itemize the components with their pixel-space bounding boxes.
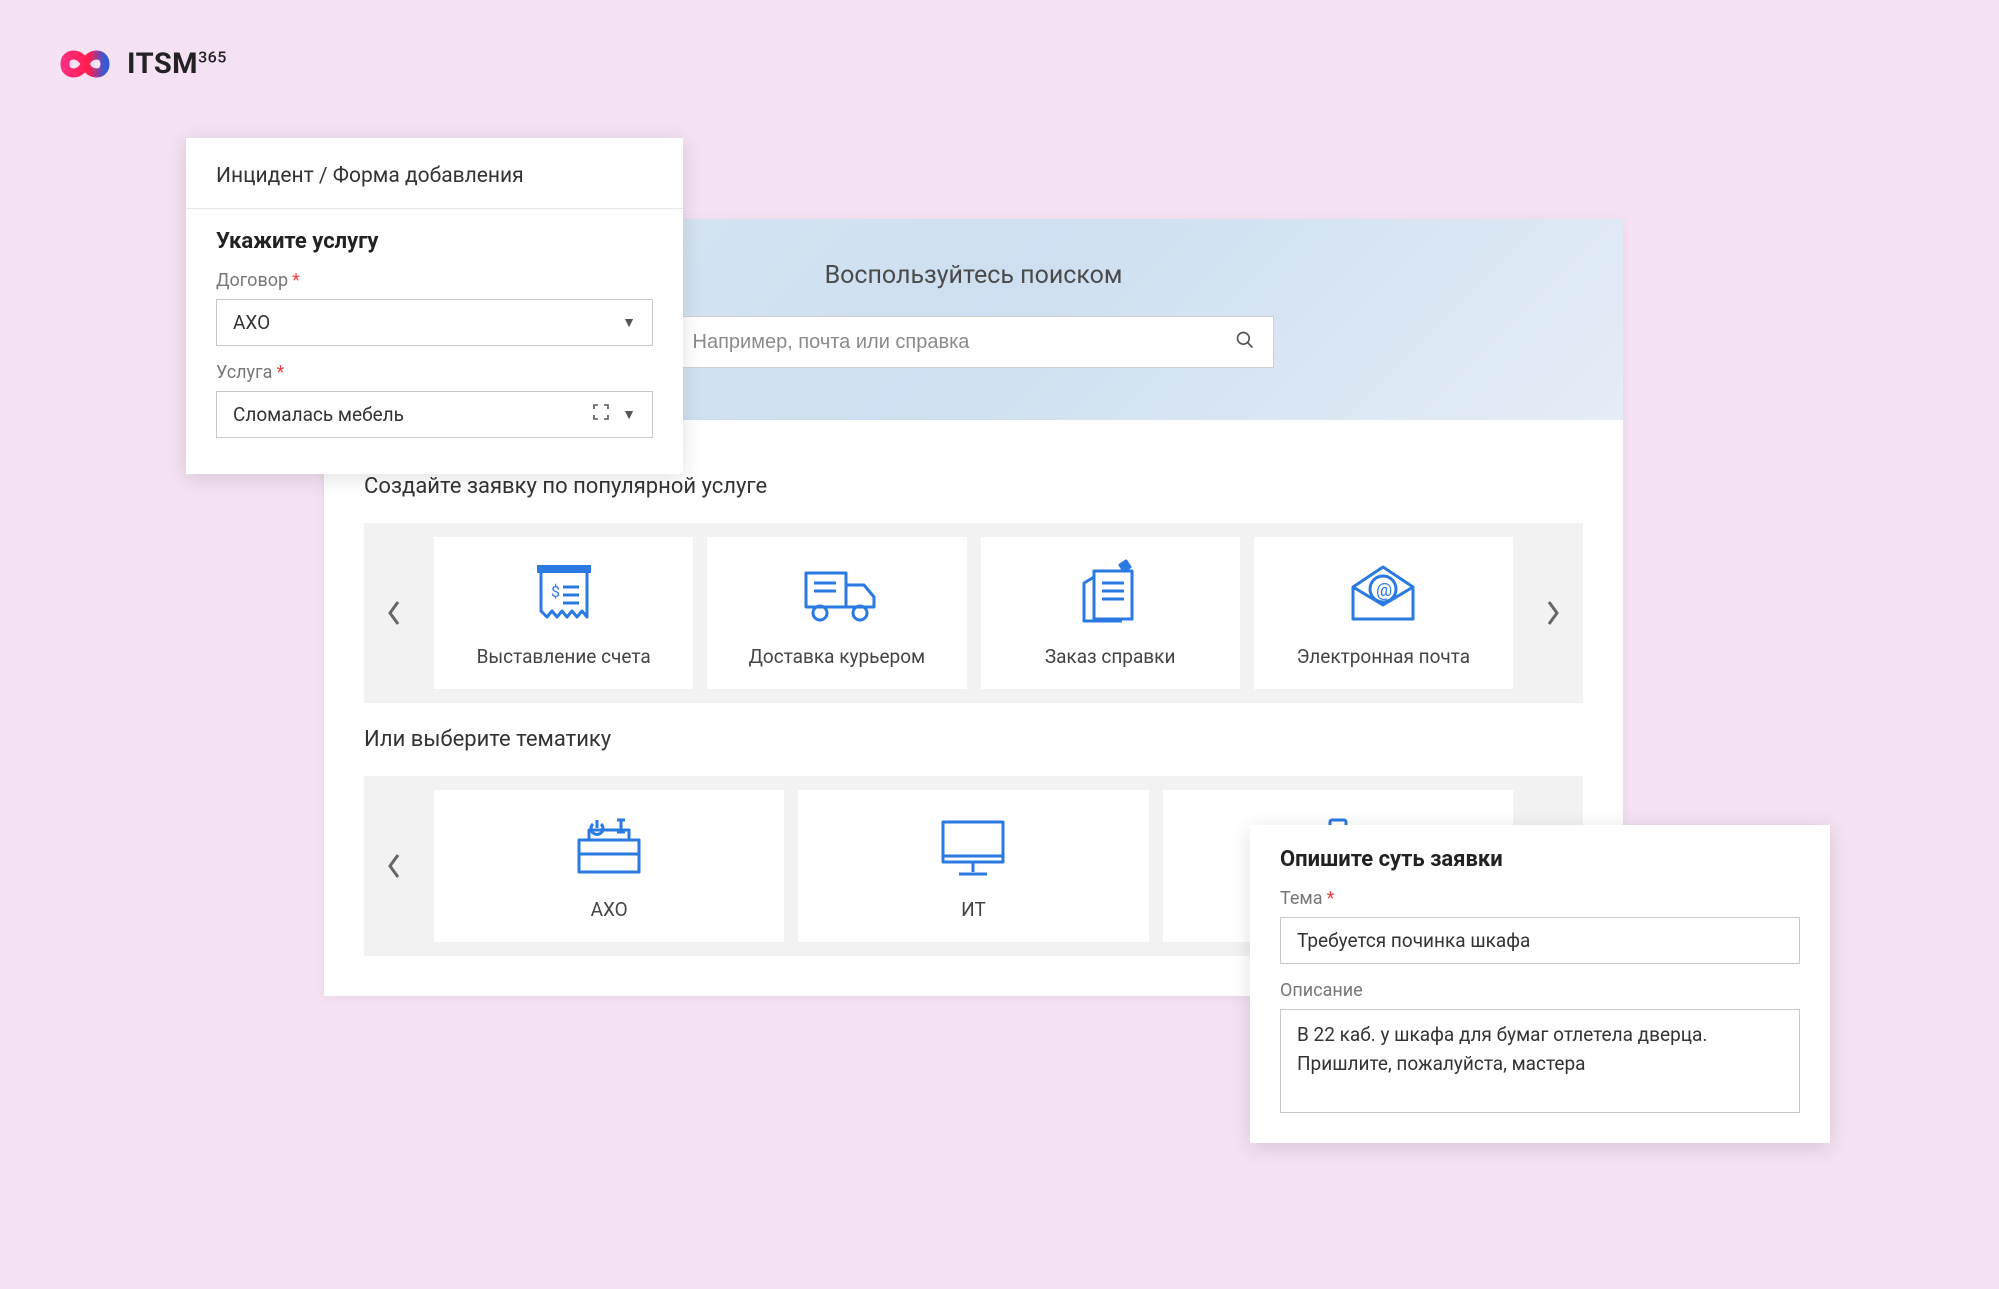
chevron-down-icon: ▼ [622, 406, 636, 423]
incident-header: Инцидент / Форма добавления [186, 138, 683, 209]
search-box[interactable] [674, 316, 1274, 368]
logo-mark-icon [55, 44, 117, 84]
email-icon: @ [1343, 559, 1423, 631]
tile-aho[interactable]: АХО [434, 790, 784, 942]
specify-service-title: Укажите услугу [216, 229, 653, 254]
tile-email[interactable]: @ Электронная почта [1254, 537, 1513, 689]
required-mark: * [292, 270, 300, 291]
tile-label: Заказ справки [1045, 645, 1176, 668]
tile-label: Доставка курьером [749, 645, 926, 668]
description-value: В 22 каб. у шкафа для бумаг отлетела две… [1297, 1021, 1783, 1078]
contract-label-text: Договор [216, 270, 288, 291]
search-icon[interactable] [1235, 330, 1255, 354]
search-input[interactable] [693, 331, 1235, 354]
tile-label: Электронная почта [1297, 645, 1470, 668]
contract-value: АХО [233, 311, 270, 334]
required-mark: * [1327, 888, 1335, 909]
expand-icon[interactable] [592, 403, 610, 426]
service-label-text: Услуга [216, 362, 272, 383]
brand-suffix: 365 [198, 47, 227, 66]
describe-form-card: Опишите суть заявки Тема* Требуется почи… [1250, 825, 1830, 1143]
service-label: Услуга* [216, 362, 653, 383]
incident-form-card: Инцидент / Форма добавления Укажите услу… [186, 138, 683, 474]
tile-label: АХО [591, 898, 628, 921]
contract-label: Договор* [216, 270, 653, 291]
popular-heading: Создайте заявку по популярной услуге [364, 474, 1583, 499]
required-mark: * [276, 362, 284, 383]
chevron-down-icon: ▼ [622, 314, 636, 331]
subject-input[interactable]: Требуется починка шкафа [1280, 917, 1800, 964]
brand-name: ITSM365 [127, 47, 227, 81]
carousel-next-button[interactable] [1523, 523, 1583, 703]
carousel-prev-button[interactable] [364, 776, 424, 956]
theme-heading: Или выберите тематику [364, 727, 1583, 752]
tile-certificate[interactable]: Заказ справки [981, 537, 1240, 689]
toolbox-icon [567, 812, 651, 884]
invoice-icon: $ [529, 559, 599, 631]
brand-logo: ITSM365 [55, 44, 227, 84]
tile-label: ИТ [961, 898, 986, 921]
monitor-icon [931, 812, 1015, 884]
tile-label: Выставление счета [477, 645, 651, 668]
tile-courier[interactable]: Доставка курьером [707, 537, 966, 689]
document-icon [1072, 559, 1148, 631]
description-textarea[interactable]: В 22 каб. у шкафа для бумаг отлетела две… [1280, 1009, 1800, 1113]
svg-text:$: $ [551, 582, 560, 601]
popular-carousel: $ Выставление счета [364, 523, 1583, 703]
svg-text:@: @ [1376, 580, 1392, 601]
service-value: Сломалась мебель [233, 403, 404, 426]
tile-it[interactable]: ИТ [798, 790, 1148, 942]
tile-invoice[interactable]: $ Выставление счета [434, 537, 693, 689]
subject-value: Требуется починка шкафа [1297, 929, 1530, 952]
carousel-prev-button[interactable] [364, 523, 424, 703]
contract-select[interactable]: АХО ▼ [216, 299, 653, 346]
service-select[interactable]: Сломалась мебель ▼ [216, 391, 653, 438]
describe-title: Опишите суть заявки [1280, 847, 1800, 872]
subject-label-text: Тема [1280, 888, 1323, 909]
description-label: Описание [1280, 980, 1800, 1001]
popular-tiles: $ Выставление счета [424, 523, 1523, 703]
brand-name-text: ITSM [127, 47, 198, 81]
subject-label: Тема* [1280, 888, 1800, 909]
truck-icon [792, 559, 882, 631]
